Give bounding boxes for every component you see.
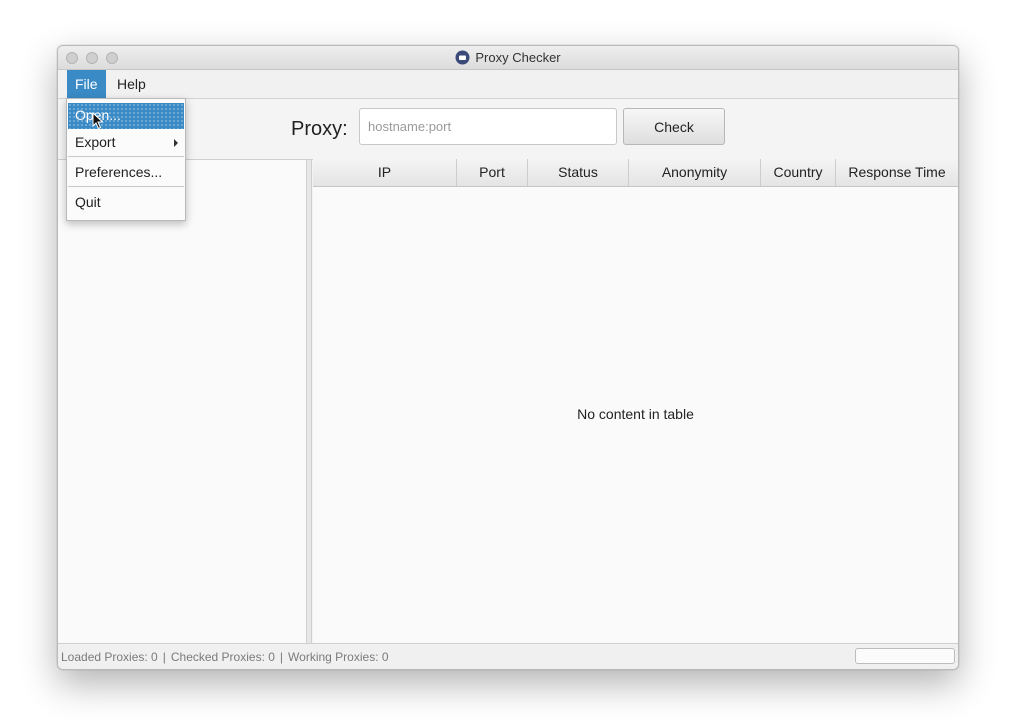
menu-item-export[interactable]: Export [68, 130, 184, 155]
status-separator: | [162, 650, 166, 664]
loaded-proxies-count: Loaded Proxies: 0 [61, 650, 158, 664]
menu-item-quit[interactable]: Quit [68, 190, 184, 215]
status-bar: Loaded Proxies: 0 | Checked Proxies: 0 | Wor… [58, 643, 958, 669]
column-header-ip[interactable]: IP [313, 159, 457, 186]
progress-bar [855, 648, 955, 664]
table-header: IP Port Status Anonymity Country Respons… [313, 159, 958, 187]
proxy-label: Proxy: [291, 118, 348, 140]
table-empty-message: No content in table [577, 406, 694, 422]
submenu-arrow-icon [174, 139, 178, 147]
menu-help[interactable]: Help [109, 70, 154, 98]
status-counts: Loaded Proxies: 0 | Checked Proxies: 0 | Wor… [61, 650, 389, 664]
menu-item-open[interactable]: Open... [68, 103, 184, 129]
checked-proxies-count: Checked Proxies: 0 [170, 650, 275, 664]
column-header-response-time[interactable]: Response Time [836, 159, 958, 186]
menu-separator [68, 156, 184, 157]
file-menu-dropdown: Open... Export Preferences... Quit [66, 98, 186, 221]
column-header-country[interactable]: Country [761, 159, 836, 186]
main-window: Proxy Checker File Help Proxy: Check IP … [57, 45, 959, 670]
check-button[interactable]: Check [623, 108, 725, 145]
window-title: Proxy Checker [475, 50, 561, 65]
menu-file[interactable]: File [67, 70, 106, 98]
title-bar[interactable]: Proxy Checker [58, 46, 958, 70]
menu-item-export-label: Export [75, 134, 116, 150]
app-icon [455, 50, 470, 65]
status-separator: | [279, 650, 284, 664]
results-table[interactable]: IP Port Status Anonymity Country Respons… [313, 159, 958, 643]
menu-separator [68, 186, 184, 187]
column-header-port[interactable]: Port [457, 159, 528, 186]
menu-bar: File Help [58, 70, 958, 99]
toolbar: Proxy: Check [58, 99, 958, 160]
window-title-group: Proxy Checker [58, 50, 958, 65]
column-header-anonymity[interactable]: Anonymity [629, 159, 761, 186]
working-proxies-count: Working Proxies: 0 [288, 650, 389, 664]
column-header-status[interactable]: Status [528, 159, 629, 186]
proxy-input[interactable] [359, 108, 617, 145]
proxy-list-pane[interactable] [58, 160, 306, 643]
menu-item-preferences[interactable]: Preferences... [68, 160, 184, 185]
pane-splitter[interactable] [306, 160, 312, 643]
mouse-cursor-icon [92, 112, 104, 130]
